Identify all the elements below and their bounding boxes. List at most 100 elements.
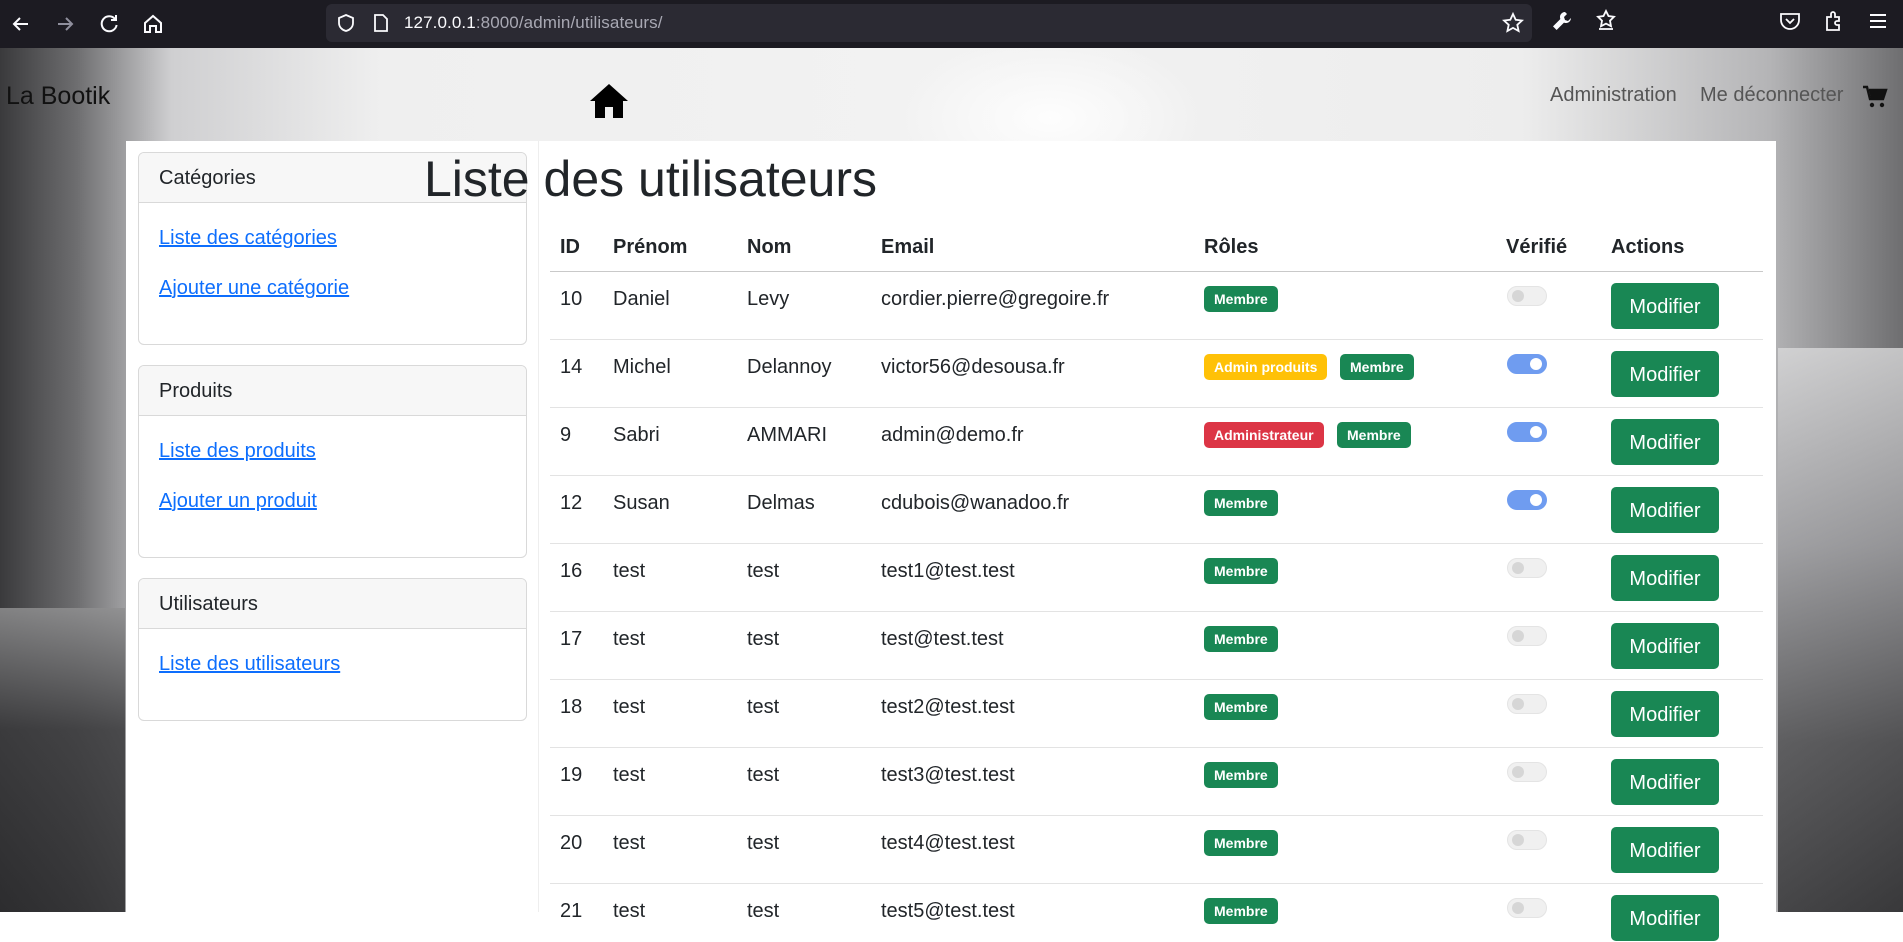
- forward-button[interactable]: [50, 9, 80, 39]
- forward-icon: [58, 17, 74, 31]
- cart-link[interactable]: [1862, 85, 1888, 114]
- toggle-knob: [1530, 426, 1542, 438]
- url-path: :8000/admin/utilisateurs/: [475, 13, 663, 32]
- cell-email: admin@demo.fr: [881, 424, 1024, 446]
- extensions-icon: [1826, 11, 1840, 31]
- cell-email: cdubois@wanadoo.fr: [881, 492, 1070, 514]
- cell-id: 12: [560, 492, 583, 514]
- toggle-knob: [1512, 630, 1524, 642]
- verified-toggle[interactable]: [1507, 898, 1547, 918]
- role-badge: Membre: [1204, 694, 1278, 720]
- modifier-button[interactable]: Modifier: [1611, 827, 1719, 873]
- brand-logo[interactable]: La Bootik: [6, 82, 110, 111]
- toggle-knob: [1512, 562, 1524, 574]
- modifier-button[interactable]: Modifier: [1611, 351, 1719, 397]
- modifier-button[interactable]: Modifier: [1611, 555, 1719, 601]
- site-home-link[interactable]: [588, 82, 630, 125]
- cell-email: test2@test.test: [881, 696, 1015, 718]
- extensions-button[interactable]: [1822, 9, 1846, 33]
- modifier-button[interactable]: Modifier: [1611, 419, 1719, 465]
- modifier-button[interactable]: Modifier: [1611, 487, 1719, 533]
- page-title: Liste des utilisateurs: [424, 151, 878, 207]
- verified-toggle[interactable]: [1507, 558, 1547, 578]
- star-icon[interactable]: [1502, 12, 1524, 34]
- card-header-products: Produits: [139, 366, 526, 416]
- wrench-button[interactable]: [1550, 9, 1574, 33]
- toggle-knob: [1512, 698, 1524, 710]
- verified-toggle[interactable]: [1507, 694, 1547, 714]
- verified-toggle[interactable]: [1507, 354, 1547, 374]
- cell-prenom: test: [613, 696, 646, 718]
- modifier-button[interactable]: Modifier: [1611, 623, 1719, 669]
- cell-id: 16: [560, 560, 583, 582]
- nav-link-administration[interactable]: Administration: [1550, 84, 1677, 107]
- extension-star-icon: [1596, 9, 1616, 30]
- cell-prenom: test: [613, 628, 646, 650]
- toggle-knob: [1530, 358, 1542, 370]
- role-badge: Membre: [1204, 762, 1278, 788]
- back-icon: [12, 17, 28, 31]
- cell-email: test@test.test: [881, 628, 1004, 650]
- cell-email: test1@test.test: [881, 560, 1015, 582]
- cell-prenom: Michel: [613, 356, 671, 378]
- cell-prenom: Sabri: [613, 424, 660, 446]
- sidebar-card-products: Produits Liste des produits Ajouter un p…: [138, 365, 527, 558]
- menu-button[interactable]: [1866, 9, 1890, 33]
- cell-nom: Delannoy: [747, 356, 832, 378]
- cell-id: 10: [560, 288, 583, 310]
- table-row-rule: [550, 611, 1763, 612]
- table-header-rule: [550, 271, 1763, 272]
- modifier-button[interactable]: Modifier: [1611, 691, 1719, 737]
- cell-id: 19: [560, 764, 583, 786]
- cell-nom: Delmas: [747, 492, 815, 514]
- cell-email: cordier.pierre@gregoire.fr: [881, 288, 1110, 310]
- cell-prenom: test: [613, 764, 646, 786]
- link-add-category[interactable]: Ajouter une catégorie: [159, 277, 349, 300]
- verified-toggle[interactable]: [1507, 626, 1547, 646]
- url-host: 127.0.0.1: [404, 13, 476, 32]
- nav-link-logout[interactable]: Me déconnecter: [1700, 84, 1843, 107]
- link-add-product[interactable]: Ajouter un produit: [159, 490, 317, 513]
- cell-nom: AMMARI: [747, 424, 827, 446]
- browser-home-button[interactable]: [138, 9, 168, 39]
- verified-toggle[interactable]: [1507, 762, 1547, 782]
- pocket-icon: [1780, 13, 1800, 30]
- verified-toggle[interactable]: [1507, 422, 1547, 442]
- verified-toggle[interactable]: [1507, 490, 1547, 510]
- table-row-rule: [550, 883, 1763, 884]
- link-list-products[interactable]: Liste des produits: [159, 440, 316, 463]
- toggle-knob: [1512, 290, 1524, 302]
- cart-icon: [1863, 85, 1888, 108]
- verified-toggle[interactable]: [1507, 286, 1547, 306]
- toggle-knob: [1512, 834, 1524, 846]
- pocket-button[interactable]: [1778, 9, 1802, 33]
- reload-button[interactable]: [94, 9, 124, 39]
- column-header-email: Email: [881, 236, 935, 258]
- link-list-categories[interactable]: Liste des catégories: [159, 227, 337, 250]
- verified-toggle[interactable]: [1507, 830, 1547, 850]
- table-row-rule: [550, 747, 1763, 748]
- url-bar[interactable]: 127.0.0.1:8000/admin/utilisateurs/: [326, 4, 1532, 42]
- modifier-button[interactable]: Modifier: [1611, 895, 1719, 941]
- home-icon: [590, 84, 628, 118]
- home-icon: [144, 14, 162, 33]
- extension-star-button[interactable]: [1594, 9, 1618, 33]
- reload-icon: [100, 15, 118, 33]
- cell-nom: test: [747, 696, 780, 718]
- cell-nom: Levy: [747, 288, 790, 310]
- modifier-button[interactable]: Modifier: [1611, 759, 1719, 805]
- table-row-rule: [550, 543, 1763, 544]
- cell-id: 20: [560, 832, 583, 854]
- modifier-button[interactable]: Modifier: [1611, 283, 1719, 329]
- role-badge: Membre: [1340, 354, 1414, 380]
- link-list-users[interactable]: Liste des utilisateurs: [159, 653, 340, 676]
- role-badge: Membre: [1337, 422, 1411, 448]
- page-icon: [374, 14, 388, 32]
- cell-nom: test: [747, 832, 780, 854]
- background-shelf-left: [0, 608, 125, 912]
- cell-email: victor56@desousa.fr: [881, 356, 1065, 378]
- table-row-rule: [550, 815, 1763, 816]
- cell-prenom: test: [613, 560, 646, 582]
- back-button[interactable]: [6, 9, 36, 39]
- card-header-users: Utilisateurs: [139, 579, 526, 629]
